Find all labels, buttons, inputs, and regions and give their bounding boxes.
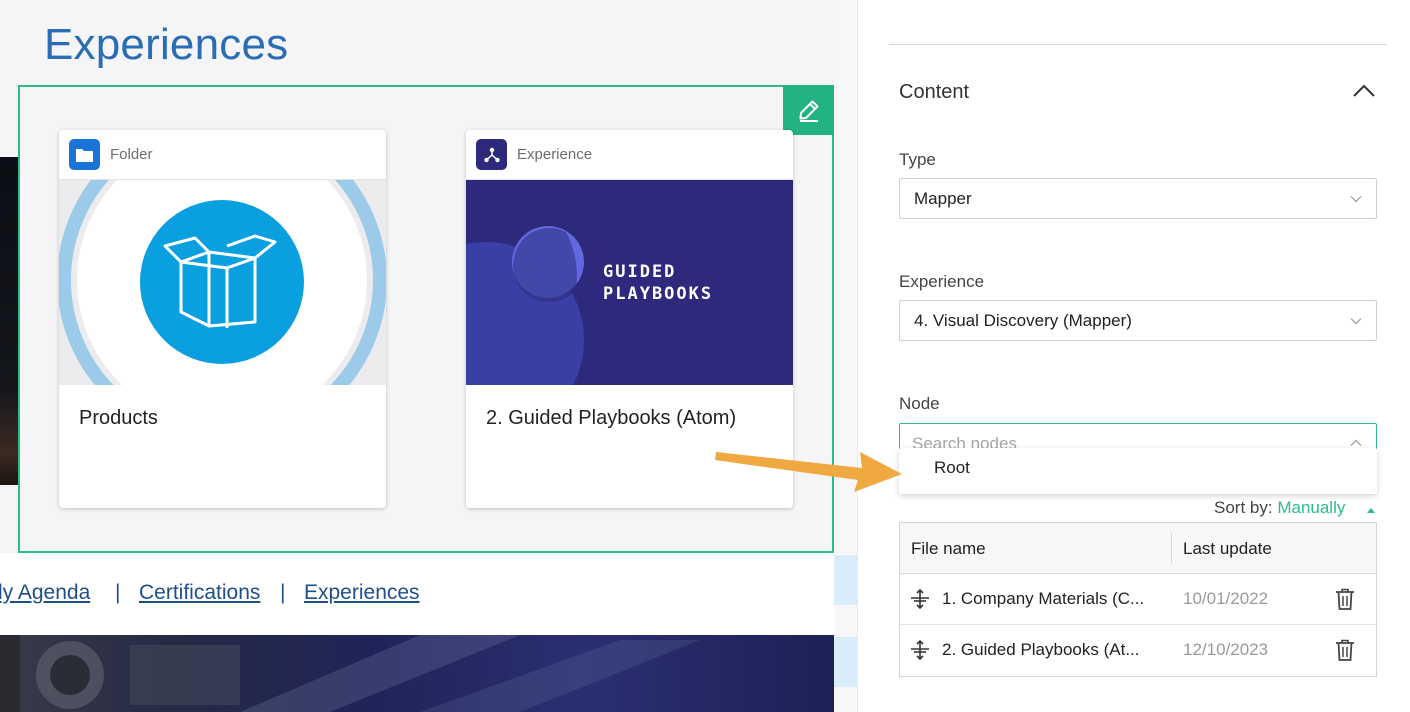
sort-label: Sort by:	[1214, 498, 1273, 517]
card-header: Folder	[59, 130, 386, 180]
link-separator: |	[115, 581, 121, 604]
node-dropdown: Root	[899, 448, 1377, 494]
folder-card-products[interactable]: Folder Products	[59, 130, 386, 508]
sort-control: Sort by: Manually	[1214, 498, 1345, 518]
files-table: File name Last update 1. Company Materia…	[899, 522, 1377, 677]
drag-handle-icon[interactable]	[910, 589, 930, 609]
file-date: 12/10/2023	[1183, 640, 1269, 659]
node-option-root[interactable]: Root	[934, 458, 970, 478]
type-select[interactable]: Mapper	[899, 178, 1377, 219]
type-value: Mapper	[914, 189, 972, 208]
type-label: Type	[899, 150, 936, 169]
node-label: Node	[899, 394, 940, 413]
drag-handle-icon[interactable]	[910, 640, 930, 660]
sort-value[interactable]: Manually	[1277, 498, 1345, 517]
edit-widget-button[interactable]	[783, 85, 834, 135]
file-name: 1. Company Materials (C...	[942, 589, 1145, 608]
link-experiences[interactable]: Experiences	[304, 581, 420, 605]
chevron-down-icon	[1350, 196, 1362, 203]
table-header: File name Last update	[900, 523, 1376, 574]
column-file-name[interactable]: File name	[911, 539, 986, 559]
experience-label: Experience	[899, 272, 985, 291]
folder-icon	[69, 139, 100, 170]
link-separator: |	[280, 581, 286, 604]
experience-select[interactable]: 4. Visual Discovery (Mapper)	[899, 300, 1377, 341]
space-banner-image	[0, 635, 834, 712]
page-title: Experiences	[44, 20, 289, 69]
card-title: Products	[79, 407, 158, 429]
image-text-guided: GUIDED	[603, 262, 677, 282]
table-row[interactable]: 2. Guided Playbooks (At... 12/10/2023	[900, 625, 1376, 676]
trash-icon[interactable]	[1335, 639, 1355, 661]
file-name: 2. Guided Playbooks (At...	[942, 640, 1140, 659]
section-title: Content	[899, 81, 970, 103]
link-certifications[interactable]: Certifications	[139, 581, 260, 605]
caret-up-icon[interactable]	[1366, 506, 1376, 514]
card-type-label: Experience	[517, 146, 593, 163]
card-header: Experience	[466, 130, 793, 180]
column-last-update[interactable]: Last update	[1183, 539, 1272, 559]
background-image-strip	[0, 157, 18, 485]
file-date: 10/01/2022	[1183, 589, 1269, 608]
experience-card-guided-playbooks[interactable]: Experience GUIDED PLAYBOOKS 2. Guided Pl…	[466, 130, 793, 508]
card-image-experience: GUIDED PLAYBOOKS	[466, 180, 793, 385]
image-text-playbooks: PLAYBOOKS	[603, 284, 714, 304]
card-title: 2. Guided Playbooks (Atom)	[486, 407, 737, 429]
page-canvas: Experiences Folder Products Experience G…	[0, 0, 834, 712]
trash-icon[interactable]	[1335, 588, 1355, 610]
link-agenda[interactable]: ly Agenda	[0, 581, 90, 605]
panel-divider-line	[889, 44, 1387, 45]
edit-tab-banner[interactable]	[834, 637, 858, 687]
edit-tab-link-bar[interactable]	[834, 555, 858, 605]
chevron-down-icon	[1350, 318, 1362, 325]
network-icon	[476, 139, 507, 170]
footer-links-bar: ly Agenda | Certifications | Experiences	[0, 553, 834, 635]
experience-value: 4. Visual Discovery (Mapper)	[914, 311, 1132, 330]
card-image-folder	[59, 180, 386, 385]
app-stage: Experiences Folder Products Experience G…	[0, 0, 1410, 712]
column-divider	[1171, 533, 1172, 564]
card-type-label: Folder	[110, 146, 153, 163]
table-row[interactable]: 1. Company Materials (C... 10/01/2022	[900, 574, 1376, 625]
panel-divider	[834, 0, 858, 712]
chevron-up-icon[interactable]	[1351, 80, 1377, 100]
pencil-icon	[799, 100, 818, 122]
